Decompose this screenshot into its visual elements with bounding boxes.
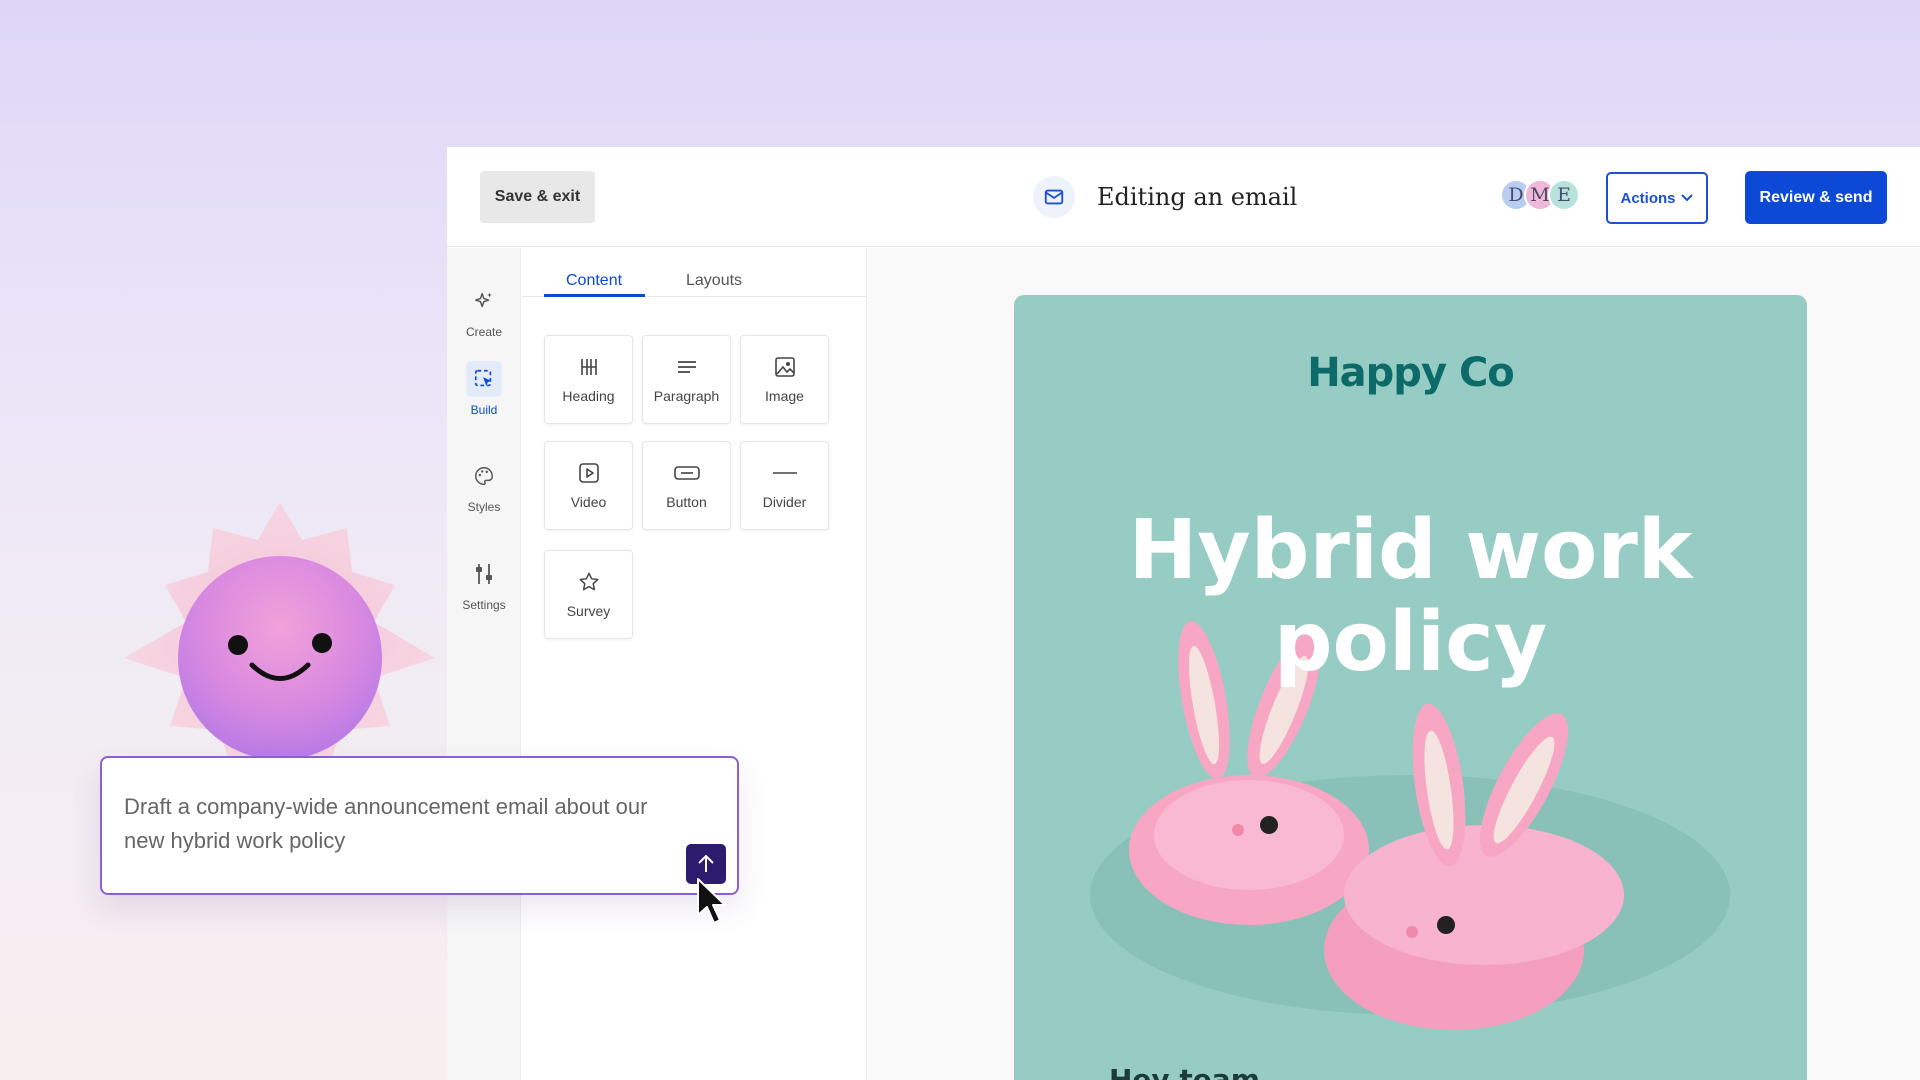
- star-icon: [579, 572, 598, 590]
- sun-left-eye: [228, 635, 248, 655]
- review-send-button[interactable]: Review & send: [1745, 171, 1887, 224]
- sun-mascot: [124, 502, 435, 768]
- sun-right-eye: [312, 633, 332, 653]
- sparkle-icon: [466, 283, 502, 319]
- block-image[interactable]: Image: [740, 335, 829, 424]
- block-label: Divider: [762, 493, 807, 510]
- email-editor-window: Save & exit Editing an email D M E Actio…: [447, 147, 1920, 1080]
- divider-icon: [772, 471, 797, 474]
- email-greeting: Hey team: [1109, 1063, 1260, 1080]
- headline-line-1: Hybrid work: [1128, 503, 1693, 598]
- rail-item-settings[interactable]: Settings: [447, 556, 521, 612]
- prompt-input[interactable]: Draft a company-wide announcement email …: [124, 790, 684, 858]
- rail-item-styles[interactable]: Styles: [447, 458, 521, 514]
- block-heading[interactable]: Heading: [544, 335, 633, 424]
- page-title: Editing an email: [1097, 183, 1298, 211]
- active-tab-indicator: [544, 294, 645, 297]
- collaborator-avatars: D M E: [1500, 179, 1580, 211]
- block-button[interactable]: Button: [642, 441, 731, 530]
- content-panel: Content Layouts Heading Paragraph Image …: [522, 248, 867, 1080]
- tab-layouts[interactable]: Layouts: [686, 272, 742, 290]
- save-exit-button[interactable]: Save & exit: [480, 171, 595, 223]
- editor-header: Save & exit Editing an email D M E Actio…: [447, 147, 1920, 247]
- rail-label: Build: [470, 403, 498, 417]
- rail-label: Styles: [467, 500, 501, 514]
- block-label: Button: [666, 493, 707, 510]
- build-cursor-icon: [466, 361, 502, 397]
- block-paragraph[interactable]: Paragraph: [642, 335, 731, 424]
- video-icon: [578, 462, 599, 483]
- palette-icon: [466, 458, 502, 494]
- panel-tabs: Content Layouts: [522, 248, 866, 297]
- tab-content[interactable]: Content: [566, 272, 622, 290]
- actions-label: Actions: [1620, 189, 1676, 207]
- block-label: Survey: [566, 602, 611, 619]
- paragraph-icon: [677, 360, 696, 373]
- block-survey[interactable]: Survey: [544, 550, 633, 639]
- ai-prompt-box[interactable]: Draft a company-wide announcement email …: [100, 756, 739, 895]
- button-icon: [673, 465, 700, 480]
- chevron-down-icon: [1680, 194, 1693, 202]
- block-label: Heading: [562, 387, 615, 404]
- editor-title: Editing an email: [1033, 171, 1297, 223]
- mail-icon: [1033, 176, 1075, 218]
- mouse-pointer-icon: [697, 878, 726, 924]
- email-headline: Hybrid work policy: [1014, 505, 1807, 689]
- email-preview[interactable]: Happy Co Hybrid work policy Hey team: [1014, 295, 1807, 1080]
- headline-line-2: policy: [1273, 595, 1548, 690]
- arrow-up-icon: [698, 854, 714, 872]
- rail-item-create[interactable]: Create: [447, 283, 521, 339]
- block-divider[interactable]: Divider: [740, 441, 829, 530]
- block-label: Image: [765, 387, 804, 404]
- actions-dropdown-button[interactable]: Actions: [1606, 172, 1708, 224]
- sliders-icon: [466, 556, 502, 592]
- rail-item-build[interactable]: Build: [447, 361, 521, 417]
- tool-rail: Create Build Styles Settings: [447, 248, 521, 1080]
- avatar[interactable]: E: [1548, 179, 1580, 211]
- rail-label: Create: [465, 325, 503, 339]
- block-video[interactable]: Video: [544, 441, 633, 530]
- image-icon: [774, 356, 795, 377]
- block-label: Video: [570, 493, 607, 510]
- rail-label: Settings: [462, 598, 506, 612]
- block-label: Paragraph: [653, 387, 720, 404]
- heading-icon: [580, 358, 597, 375]
- sun-face: [178, 556, 382, 760]
